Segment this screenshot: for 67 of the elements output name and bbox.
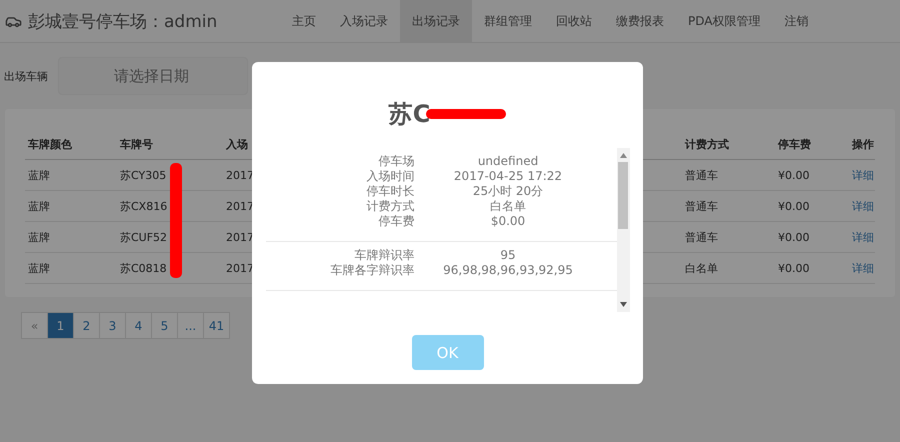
- date-field[interactable]: 请选择日期: [58, 57, 248, 95]
- scroll-down-icon[interactable]: [620, 302, 626, 307]
- page-button[interactable]: 4: [125, 312, 152, 339]
- detail-value: 96,98,98,96,93,92,95: [442, 263, 574, 278]
- detail-value: 2017-04-25 17:22: [452, 169, 564, 184]
- detail-label: 停车费: [378, 214, 414, 229]
- table-cell: 普通车: [685, 230, 718, 244]
- nav-tab[interactable]: 主页: [280, 0, 328, 42]
- table-cell: ¥0.00: [778, 168, 810, 182]
- table-cell: 2017: [226, 262, 254, 274]
- table-cell: 白名单: [685, 260, 718, 276]
- detail-link[interactable]: 详细: [852, 198, 875, 214]
- table-cell: ¥0.00: [778, 262, 810, 274]
- table-cell: 蓝牌: [28, 168, 50, 182]
- detail-value: $0.00: [490, 214, 526, 229]
- table-cell: 2017: [226, 200, 254, 212]
- detail-label: 车牌辩识率: [354, 248, 414, 263]
- table-cell: 普通车: [685, 198, 718, 214]
- detail-value: 95: [499, 248, 517, 263]
- detail-link[interactable]: 详细: [852, 260, 875, 276]
- column-header: 停车费: [778, 136, 812, 152]
- detail-label: 车牌各字辩识率: [330, 263, 414, 278]
- previous-page-button[interactable]: «: [21, 312, 48, 339]
- dialog-title: 苏C: [388, 99, 430, 130]
- column-header: 入场: [226, 136, 249, 152]
- column-header: 计费方式: [685, 136, 730, 152]
- page-button[interactable]: 3: [99, 312, 126, 339]
- detail-label: 停车时长: [366, 184, 414, 199]
- detail-value: undefined: [476, 154, 540, 169]
- table-cell: ¥0.00: [778, 200, 810, 212]
- scrollbar[interactable]: [616, 148, 630, 312]
- nav-tab[interactable]: 出场记录: [400, 0, 472, 42]
- page-button[interactable]: 41: [203, 312, 230, 339]
- table-cell: 苏CUF52: [120, 230, 168, 244]
- nav-tab[interactable]: 注销: [772, 0, 820, 42]
- table-cell: 苏C0818: [120, 260, 167, 276]
- detail-value: 25小时 20分: [472, 184, 544, 199]
- detail-label: 停车场: [378, 154, 414, 169]
- table-cell: 蓝牌: [28, 198, 50, 214]
- page-button[interactable]: 1: [47, 312, 74, 339]
- nav-tab[interactable]: 群组管理: [472, 0, 544, 42]
- table-cell: 普通车: [685, 168, 718, 182]
- page-button[interactable]: 5: [151, 312, 178, 339]
- nav-tab[interactable]: PDA权限管理: [676, 0, 772, 42]
- table-cell: 2017: [226, 168, 254, 182]
- nav-tab[interactable]: 缴费报表: [604, 0, 676, 42]
- detail-value: 白名单: [489, 199, 527, 214]
- column-header: 车牌颜色: [28, 136, 73, 152]
- table-cell: 2017: [226, 230, 254, 244]
- table-cell: 苏CX816: [120, 198, 168, 214]
- detail-link[interactable]: 详细: [852, 168, 875, 182]
- site-title: 彭城壹号停车场：admin: [28, 10, 218, 32]
- table-cell: ¥0.00: [778, 230, 810, 244]
- scroll-up-icon[interactable]: [620, 153, 626, 158]
- table-cell: 蓝牌: [28, 230, 50, 244]
- column-header: 操作: [852, 136, 875, 152]
- nav-tab[interactable]: 回收站: [544, 0, 604, 42]
- table-cell: 苏CY305: [120, 168, 166, 182]
- detail-label: 计费方式: [366, 199, 414, 214]
- detail-link[interactable]: 详细: [852, 230, 875, 244]
- nav-tab[interactable]: 入场记录: [328, 0, 400, 42]
- page-button[interactable]: 2: [73, 312, 100, 339]
- filter-label: 出场车辆: [4, 68, 48, 84]
- page-button[interactable]: ...: [177, 312, 204, 339]
- detail-label: 入场时间: [366, 169, 414, 184]
- column-header: 车牌号: [120, 136, 154, 152]
- table-cell: 蓝牌: [28, 260, 50, 276]
